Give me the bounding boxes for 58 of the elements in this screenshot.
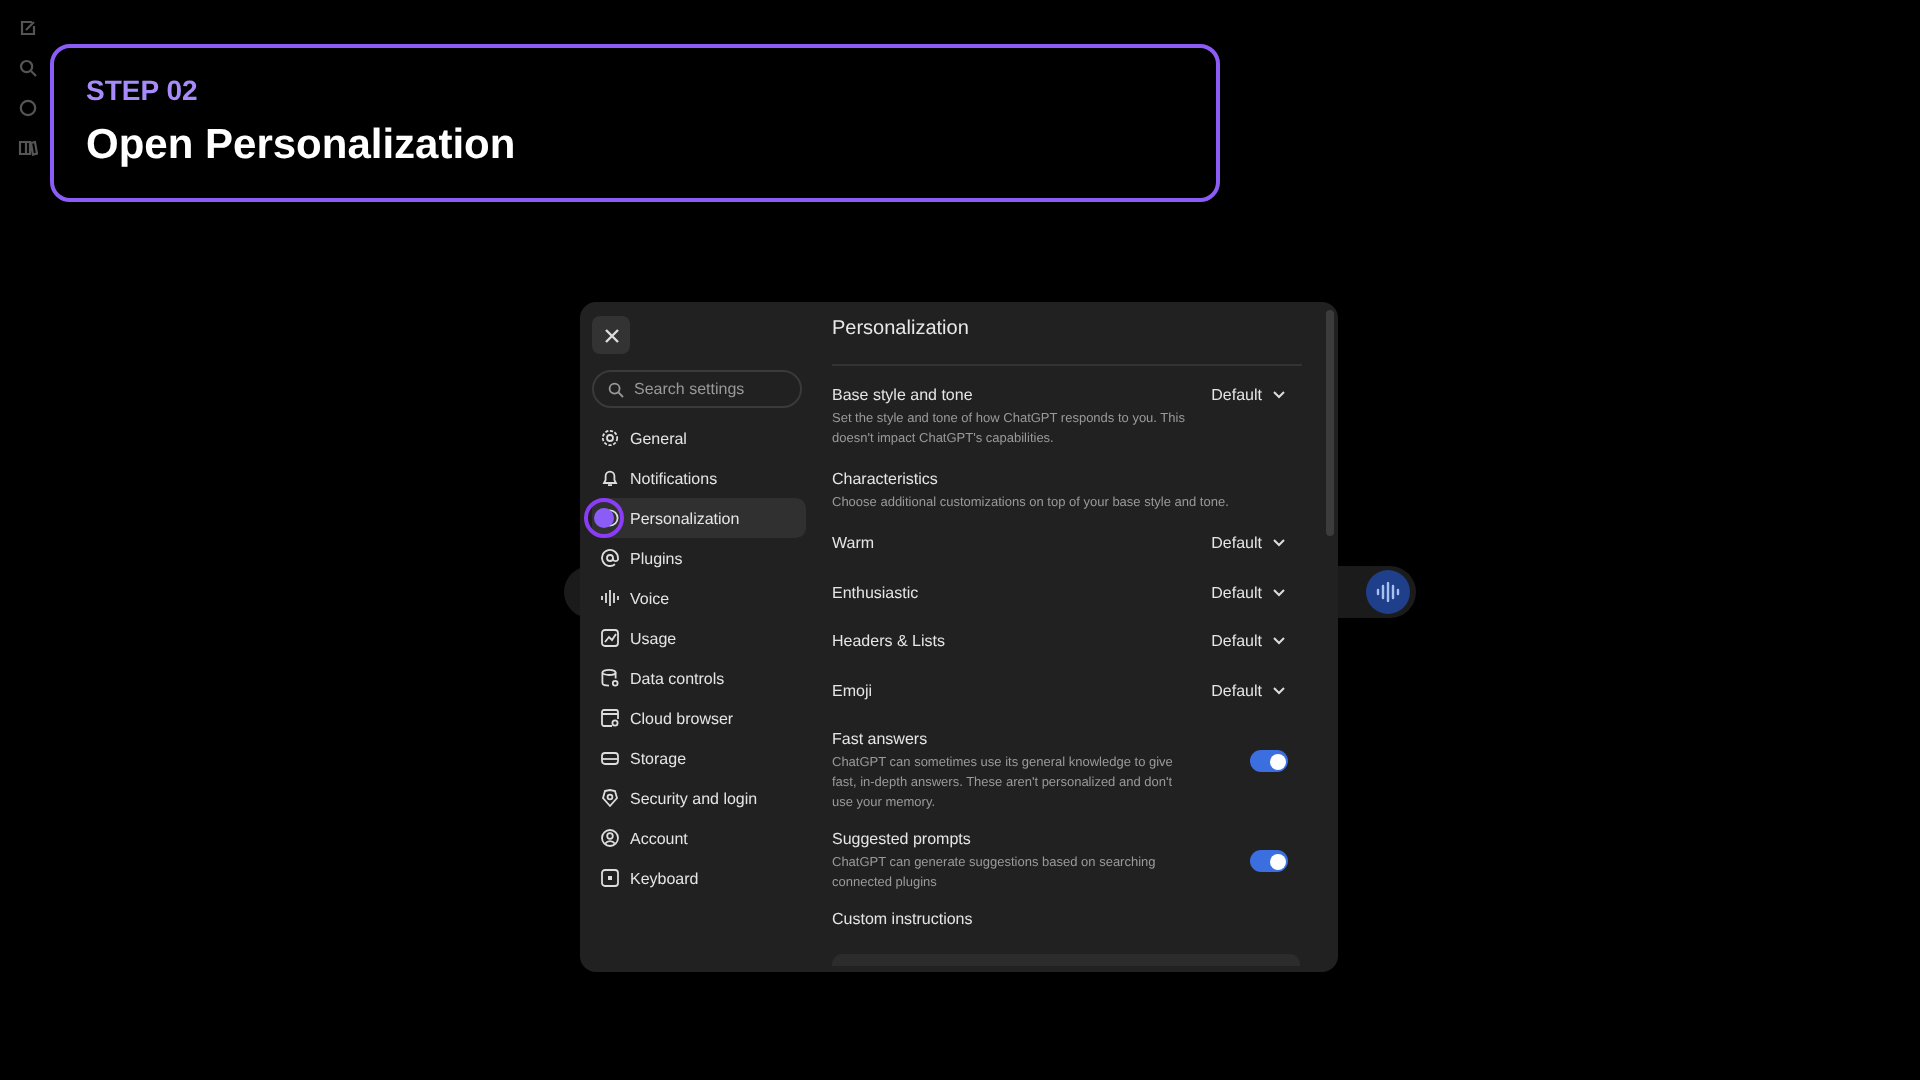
- sidebar-item[interactable]: Personalization: [592, 498, 806, 538]
- close-icon: [603, 327, 619, 343]
- sidebar-item[interactable]: Usage: [592, 618, 806, 658]
- step-label: STEP 02: [86, 74, 198, 106]
- sidebar-item[interactable]: Cloud browser: [592, 698, 806, 738]
- sidebar-item[interactable]: Account: [592, 818, 806, 858]
- at-sign-icon: [600, 548, 620, 568]
- database-icon: [600, 668, 620, 688]
- keyboard-icon: [600, 868, 620, 888]
- setting-label: Suggested prompts: [832, 830, 973, 850]
- waveform-icon: [600, 588, 620, 608]
- section-title: Personalization: [832, 318, 1302, 366]
- dropdown[interactable]: Default: [1211, 534, 1286, 552]
- sidebar-item[interactable]: Voice: [592, 578, 806, 618]
- chevron-icon: [1272, 636, 1286, 646]
- sidebar-item[interactable]: Notifications: [592, 458, 806, 498]
- sidebar-item[interactable]: Storage: [592, 738, 806, 778]
- setting-label: Custom instructions: [832, 910, 973, 930]
- sidebar-item[interactable]: Data controls: [592, 658, 806, 698]
- dropdown[interactable]: Default: [1211, 386, 1286, 404]
- chat-bubble-icon[interactable]: [18, 98, 38, 118]
- sidebar-item[interactable]: Keyboard: [592, 858, 806, 898]
- storage-icon: [600, 748, 620, 768]
- chevron-icon: [1272, 390, 1286, 400]
- setting-label: Fast answers: [832, 730, 930, 750]
- setting-label: Base style and tone: [832, 386, 975, 406]
- close-button[interactable]: [592, 316, 630, 354]
- account-icon: [600, 828, 620, 848]
- toggle-switch[interactable]: [1250, 850, 1288, 872]
- bell-icon: [600, 468, 620, 488]
- search-icon: [608, 381, 624, 397]
- waveform-icon: [1376, 582, 1400, 602]
- browser-icon: [600, 708, 620, 728]
- step-title: Open Personalization: [86, 122, 516, 170]
- chevron-icon: [1272, 587, 1286, 597]
- sidebar-item[interactable]: Security and login: [592, 778, 806, 818]
- click-marker: [584, 498, 624, 538]
- dropdown[interactable]: Default: [1211, 681, 1286, 699]
- search-field[interactable]: Search settings: [592, 370, 802, 408]
- chevron-icon: [1272, 685, 1286, 695]
- gear-icon: [600, 428, 620, 448]
- dropdown[interactable]: Default: [1211, 583, 1286, 601]
- shield-icon: [600, 788, 620, 808]
- search-icon[interactable]: [18, 58, 38, 78]
- edit-icon[interactable]: [18, 18, 38, 38]
- book-icon[interactable]: [18, 138, 38, 158]
- toggle-switch[interactable]: [1250, 750, 1288, 772]
- chart-icon: [600, 628, 620, 648]
- setting-label: Emoji: [832, 681, 873, 701]
- setting-label: Headers & Lists: [832, 632, 945, 652]
- dropdown[interactable]: Default: [1211, 632, 1286, 650]
- setting-label: Warm: [832, 534, 875, 554]
- setting-label: Characteristics: [832, 470, 940, 490]
- sidebar-item[interactable]: General: [592, 418, 806, 458]
- chevron-icon: [1272, 538, 1286, 548]
- setting-label: Enthusiastic: [832, 583, 919, 603]
- sidebar-item[interactable]: Plugins: [592, 538, 806, 578]
- voice-button[interactable]: [1366, 570, 1410, 614]
